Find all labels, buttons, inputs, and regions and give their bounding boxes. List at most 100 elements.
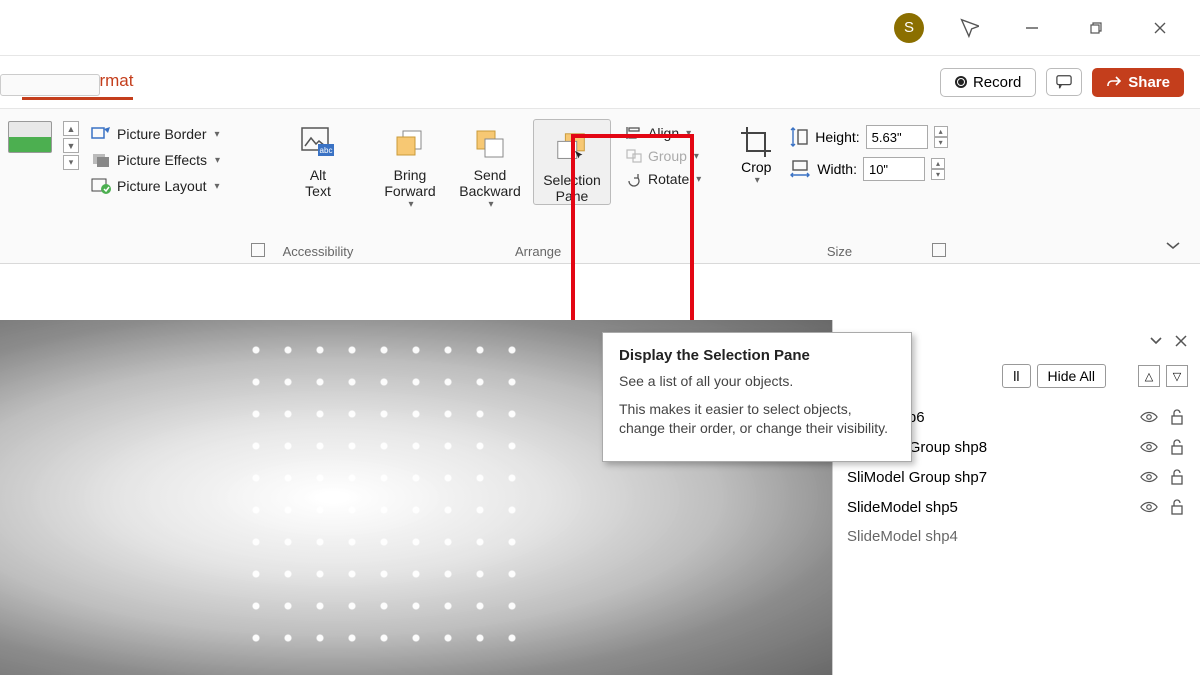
comments-button[interactable] [1046,68,1082,96]
dialog-launcher-size[interactable] [932,243,946,257]
alt-text-icon: abc [300,125,336,161]
group-label: Group [648,148,687,164]
hide-all-button[interactable]: Hide All [1037,364,1106,388]
selection-pane-icon [554,130,590,166]
send-backward-icon [472,125,508,161]
title-bar: S [0,0,1200,56]
chevron-down-icon: ▾ [686,128,691,139]
width-icon [789,159,811,179]
chevron-down-icon: ▾ [696,174,701,185]
minimize-button[interactable] [1012,8,1052,48]
rotate-icon [625,171,643,187]
lock-icon[interactable] [1168,498,1186,516]
visibility-icon[interactable] [1140,468,1158,486]
chevron-down-icon: ▾ [215,181,220,192]
decorative-dot-grid [240,334,540,654]
chevron-down-icon: ▾ [408,199,413,210]
work-area: tion ll Hide All △ ▽ Model shp6 SliModel [0,320,1200,675]
gallery-down-button[interactable]: ▼ [63,138,79,153]
bring-forward-icon [392,125,428,161]
bring-forward-order-button[interactable]: △ [1138,365,1160,387]
width-row: Width: ▴▾ [789,157,947,181]
height-icon [789,126,809,148]
picture-layout-button[interactable]: Picture Layout ▾ [87,175,267,197]
visibility-icon[interactable] [1140,498,1158,516]
width-up[interactable]: ▴ [931,158,945,169]
quick-access-field[interactable] [0,74,100,96]
dialog-launcher-picture-styles[interactable] [251,243,265,257]
picture-effects-button[interactable]: Picture Effects ▾ [87,149,267,171]
tooltip-line2: This makes it easier to select objects, … [619,400,895,439]
pane-options-button[interactable] [1148,334,1164,348]
alt-text-button[interactable]: abc Alt Text [279,115,357,199]
height-down[interactable]: ▾ [934,137,948,148]
pane-close-button[interactable] [1174,334,1188,348]
show-all-button[interactable]: ll [1002,364,1030,388]
mic-icon[interactable] [948,8,988,48]
selection-item[interactable]: SliModel Group shp7 [845,462,1188,492]
selection-pane-button[interactable]: Selection Pane [533,119,611,205]
record-button[interactable]: Record [940,68,1036,97]
height-input[interactable] [866,125,928,149]
picture-layout-label: Picture Layout [117,178,207,194]
chevron-down-icon: ▾ [214,129,219,140]
avatar-initial: S [904,19,914,36]
group-label-picture-styles [2,242,267,259]
close-button[interactable] [1140,8,1180,48]
align-button[interactable]: Align ▾ [621,123,705,143]
collapse-ribbon-button[interactable] [1164,239,1182,251]
picture-border-icon [91,125,111,143]
record-icon [955,76,967,88]
lock-icon[interactable] [1168,408,1186,426]
tab-strip: Picture Format Record Share [0,56,1200,108]
record-label: Record [973,74,1021,91]
bring-forward-label: Bring Forward [384,167,435,199]
width-input[interactable] [863,157,925,181]
group-button: Group ▾ [621,146,705,166]
picture-effects-icon [91,151,111,169]
rotate-label: Rotate [648,171,689,187]
send-backward-order-button[interactable]: ▽ [1166,365,1188,387]
picture-effects-label: Picture Effects [117,152,207,168]
height-label: Height: [815,129,859,145]
user-avatar[interactable]: S [894,13,924,43]
selection-item[interactable]: SlideModel shp4 [845,522,1188,551]
tooltip-title: Display the Selection Pane [619,347,895,364]
tooltip-selection-pane: Display the Selection Pane See a list of… [602,332,912,462]
rotate-button[interactable]: Rotate ▾ [621,169,705,189]
selection-item-name: SlideModel shp5 [847,499,1130,516]
gallery-more-button[interactable]: ▾ [63,155,79,170]
chevron-down-icon: ▾ [488,199,493,210]
visibility-icon[interactable] [1140,438,1158,456]
group-label-accessibility: Accessibility [279,242,357,259]
width-down[interactable]: ▾ [931,169,945,180]
crop-button[interactable]: Crop ▾ [731,125,781,186]
share-icon [1106,74,1122,90]
picture-style-thumb [8,121,52,153]
picture-layout-icon [91,177,111,195]
ribbon: ▲ ▼ ▾ Picture Border ▾ Picture Effects ▾… [0,108,1200,264]
align-icon [625,125,643,141]
gallery-up-button[interactable]: ▲ [63,121,79,136]
visibility-icon[interactable] [1140,408,1158,426]
lock-icon[interactable] [1168,468,1186,486]
height-row: Height: ▴▾ [789,125,947,149]
group-icon [625,148,643,164]
bring-forward-button[interactable]: Bring Forward ▾ [371,115,449,210]
height-up[interactable]: ▴ [934,126,948,137]
width-label: Width: [817,161,857,177]
picture-border-button[interactable]: Picture Border ▾ [87,123,267,145]
svg-text:abc: abc [320,146,333,155]
send-backward-button[interactable]: Send Backward ▾ [451,115,529,210]
selection-item-name: SlideModel shp4 [847,528,1176,545]
chevron-down-icon: ▾ [694,151,699,162]
lock-icon[interactable] [1168,438,1186,456]
share-button[interactable]: Share [1092,68,1184,97]
selection-item-name: SliModel Group shp7 [847,469,1130,486]
style-gallery[interactable] [2,115,57,153]
group-label-size: Size [731,242,947,259]
restore-button[interactable] [1076,8,1116,48]
share-label: Share [1128,74,1170,91]
selection-item[interactable]: SlideModel shp5 [845,492,1188,522]
chevron-down-icon: ▾ [215,155,220,166]
